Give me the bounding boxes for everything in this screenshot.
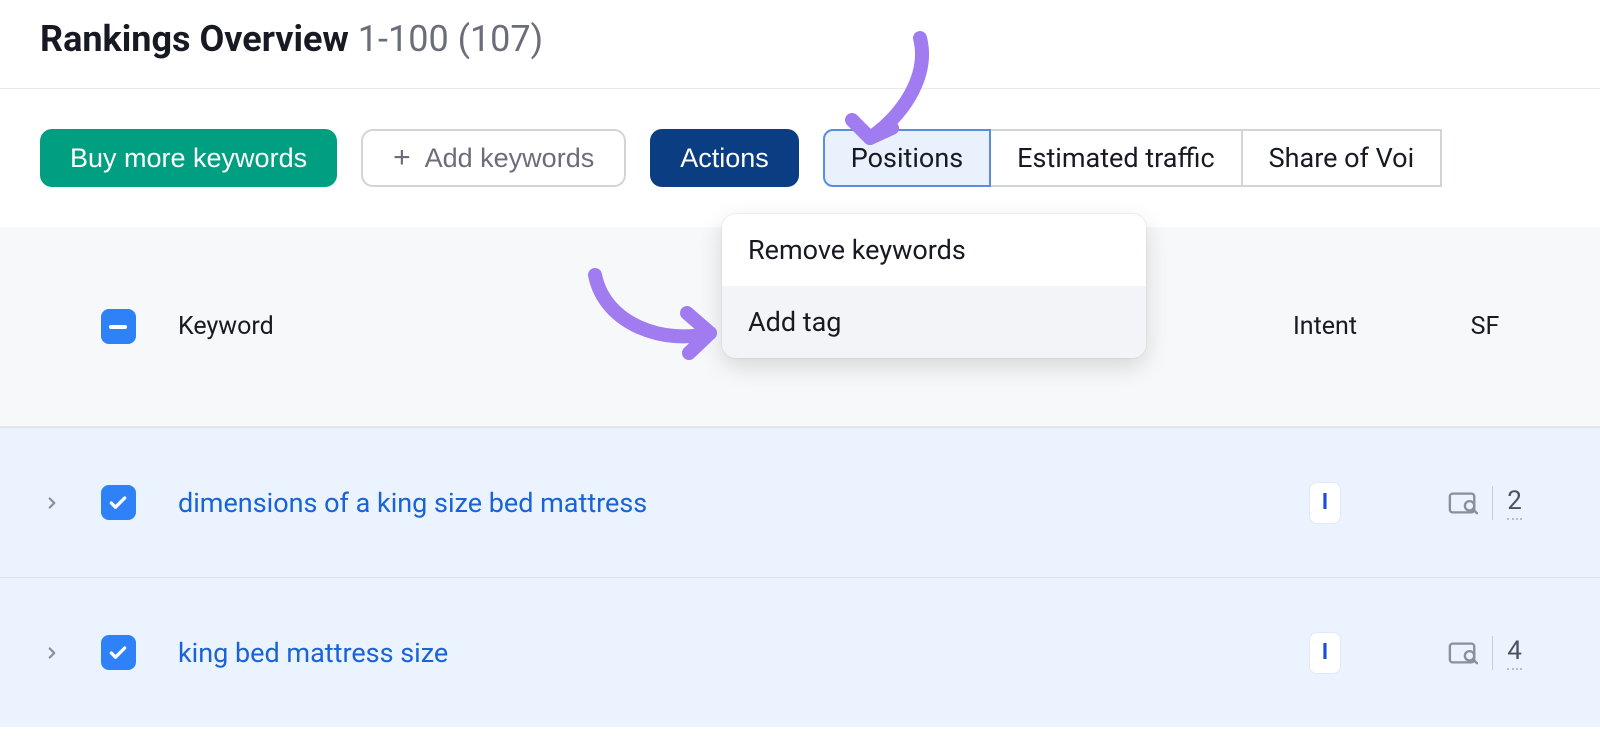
keyword-cell: king bed mattress size <box>148 637 1240 669</box>
intent-cell: I <box>1240 483 1410 523</box>
page-title-total: (107) <box>458 18 544 60</box>
page-title-strong: Rankings Overview <box>40 18 349 60</box>
divider <box>1492 486 1493 520</box>
sf-cell: 4 <box>1410 636 1560 670</box>
actions-label: Actions <box>680 143 769 174</box>
sf-cell: 2 <box>1410 486 1560 520</box>
view-tabs: Positions Estimated traffic Share of Voi <box>823 129 1442 187</box>
checkbox-checked-icon <box>101 485 136 520</box>
checkbox-checked-icon <box>101 635 136 670</box>
table-row: dimensions of a king size bed mattress I… <box>0 427 1600 577</box>
intent-chip[interactable]: I <box>1310 633 1340 673</box>
buy-more-keywords-label: Buy more keywords <box>70 143 307 174</box>
toolbar: Buy more keywords + Add keywords Actions… <box>0 89 1600 187</box>
tab-positions[interactable]: Positions <box>823 129 991 187</box>
column-header-sf[interactable]: SF <box>1410 312 1560 341</box>
tab-share-of-voice-label: Share of Voi <box>1269 142 1415 174</box>
checkbox-indeterminate-icon <box>101 309 136 344</box>
tab-positions-label: Positions <box>851 142 963 174</box>
serp-feature-icon[interactable] <box>1448 640 1478 666</box>
tab-estimated-traffic[interactable]: Estimated traffic <box>991 129 1242 187</box>
tab-estimated-traffic-label: Estimated traffic <box>1017 142 1214 174</box>
column-header-intent[interactable]: Intent <box>1240 312 1410 341</box>
table-row: king bed mattress size I 4 <box>0 577 1600 727</box>
expand-row-button[interactable] <box>40 641 88 665</box>
buy-more-keywords-button[interactable]: Buy more keywords <box>40 129 337 187</box>
page-title-range: 1-100 <box>358 18 449 60</box>
tab-share-of-voice[interactable]: Share of Voi <box>1243 129 1443 187</box>
dropdown-add-tag-label: Add tag <box>748 306 841 338</box>
intent-cell: I <box>1240 633 1410 673</box>
keyword-link[interactable]: king bed mattress size <box>178 637 448 669</box>
sf-count[interactable]: 2 <box>1507 486 1522 520</box>
serp-feature-icon[interactable] <box>1448 490 1478 516</box>
dropdown-remove-keywords[interactable]: Remove keywords <box>722 214 1146 286</box>
actions-button[interactable]: Actions <box>650 129 799 187</box>
intent-chip[interactable]: I <box>1310 483 1340 523</box>
row-checkbox[interactable] <box>88 635 148 670</box>
dropdown-add-tag[interactable]: Add tag <box>722 286 1146 358</box>
select-all-checkbox[interactable] <box>88 309 148 344</box>
expand-row-button[interactable] <box>40 491 88 515</box>
chevron-right-icon <box>40 491 64 515</box>
actions-dropdown: Remove keywords Add tag <box>722 214 1146 358</box>
add-keywords-label: Add keywords <box>425 143 595 174</box>
sf-count[interactable]: 4 <box>1507 636 1522 670</box>
add-keywords-button[interactable]: + Add keywords <box>361 129 626 187</box>
keyword-cell: dimensions of a king size bed mattress <box>148 487 1240 519</box>
row-checkbox[interactable] <box>88 485 148 520</box>
dropdown-remove-keywords-label: Remove keywords <box>748 234 966 266</box>
plus-icon: + <box>393 143 411 173</box>
keyword-link[interactable]: dimensions of a king size bed mattress <box>178 487 647 519</box>
chevron-right-icon <box>40 641 64 665</box>
page-header: Rankings Overview 1-100 (107) <box>0 0 1600 89</box>
divider <box>1492 636 1493 670</box>
page-title: Rankings Overview 1-100 (107) <box>40 18 1560 60</box>
